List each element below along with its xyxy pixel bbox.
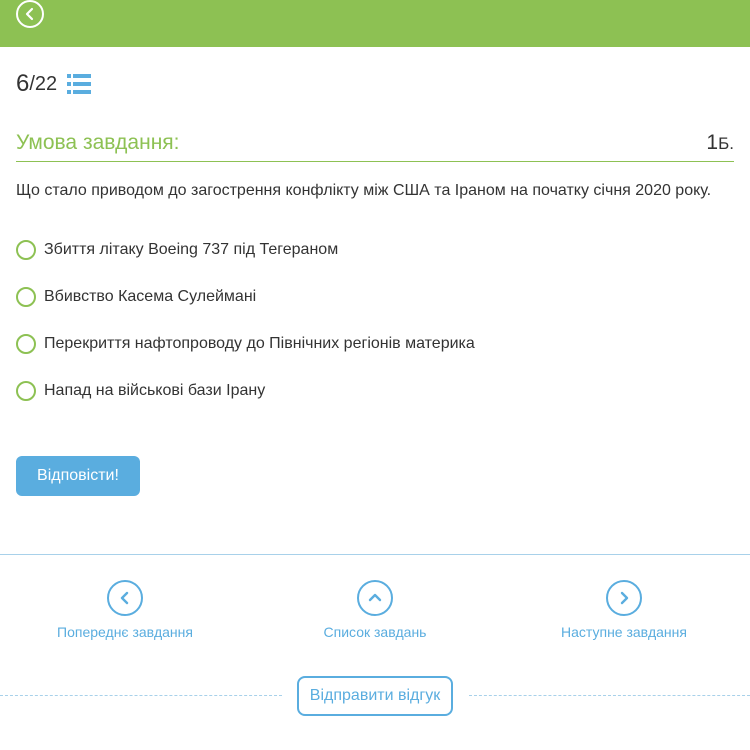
back-button[interactable] (16, 0, 44, 28)
condition-title: Умова завдання: (16, 131, 180, 154)
task-list-button[interactable]: Список завдань (275, 580, 475, 640)
radio-button[interactable] (16, 287, 36, 307)
next-task-button[interactable]: Наступне завдання (524, 580, 724, 640)
current-task-number: 6 (16, 70, 30, 97)
header-bar (0, 0, 750, 47)
option-label: Збиття літаку Boeing 737 під Тегераном (44, 241, 339, 258)
list-icon[interactable] (67, 73, 92, 95)
chevron-up-icon (368, 593, 382, 602)
points-value: 1Б. (706, 131, 734, 155)
answer-option[interactable]: Перекриття нафтопроводу до Північних рег… (16, 332, 734, 379)
divider-left (0, 695, 282, 696)
divider (0, 554, 750, 555)
total-task-count: 22 (34, 72, 58, 95)
chevron-left-icon (25, 7, 34, 21)
radio-button[interactable] (16, 334, 36, 354)
nav-circle[interactable] (107, 580, 143, 616)
task-progress: 6 / 22 (16, 68, 92, 100)
answer-button[interactable]: Відповісти! (16, 456, 140, 496)
answer-options: Збиття літаку Boeing 737 під Тегераном В… (16, 238, 734, 426)
divider-right (469, 695, 750, 696)
answer-option[interactable]: Напад на військові бази Ірану (16, 379, 734, 426)
radio-button[interactable] (16, 381, 36, 401)
answer-option[interactable]: Збиття літаку Boeing 737 під Тегераном (16, 238, 734, 285)
option-label: Напад на військові бази Ірану (44, 382, 266, 399)
previous-task-label[interactable]: Попереднє завдання (57, 624, 193, 640)
nav-circle[interactable] (606, 580, 642, 616)
chevron-right-icon (620, 591, 629, 605)
radio-button[interactable] (16, 240, 36, 260)
next-task-label[interactable]: Наступне завдання (561, 624, 687, 640)
nav-circle[interactable] (357, 580, 393, 616)
option-label: Вбивство Касема Сулеймані (44, 288, 257, 305)
option-label: Перекриття нафтопроводу до Північних рег… (44, 335, 475, 352)
points-unit: Б. (718, 134, 734, 153)
send-feedback-button[interactable]: Відправити відгук (297, 676, 453, 716)
answer-option[interactable]: Вбивство Касема Сулеймані (16, 285, 734, 332)
previous-task-button[interactable]: Попереднє завдання (25, 580, 225, 640)
condition-header: Умова завдання: 1Б. (16, 128, 734, 162)
question-text: Що стало приводом до загострення конфлік… (16, 182, 712, 199)
points-number: 1 (706, 131, 719, 154)
task-list-label[interactable]: Список завдань (324, 624, 427, 640)
chevron-left-icon (120, 591, 129, 605)
